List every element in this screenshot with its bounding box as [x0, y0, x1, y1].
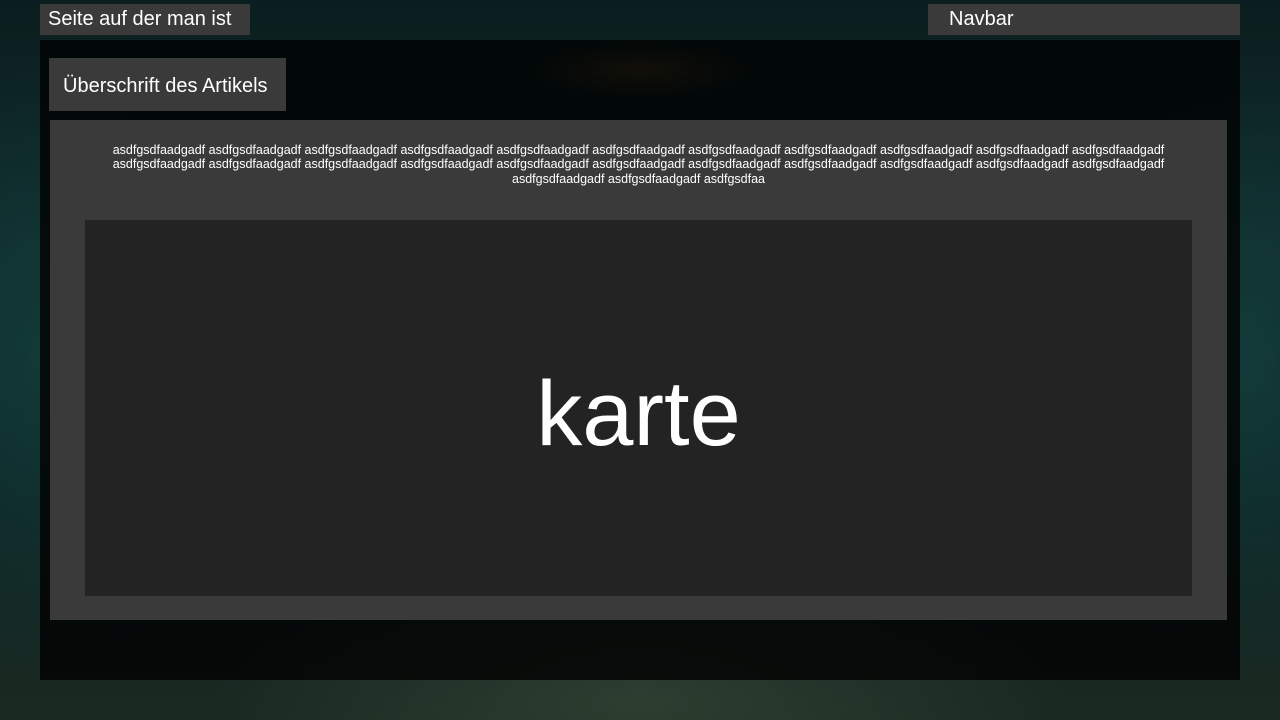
article-heading: Überschrift des Artikels [49, 58, 286, 111]
article-body: asdfgsdfaadgadf asdfgsdfaadgadf asdfgsdf… [50, 120, 1227, 620]
map-label: karte [536, 363, 741, 465]
current-page-label: Seite auf der man ist [40, 4, 250, 35]
main-content: Überschrift des Artikels asdfgsdfaadgadf… [40, 40, 1240, 680]
navbar[interactable]: Navbar [928, 4, 1240, 35]
map-placeholder[interactable]: karte [85, 220, 1192, 596]
article-text: asdfgsdfaadgadf asdfgsdfaadgadf asdfgsdf… [112, 143, 1165, 186]
